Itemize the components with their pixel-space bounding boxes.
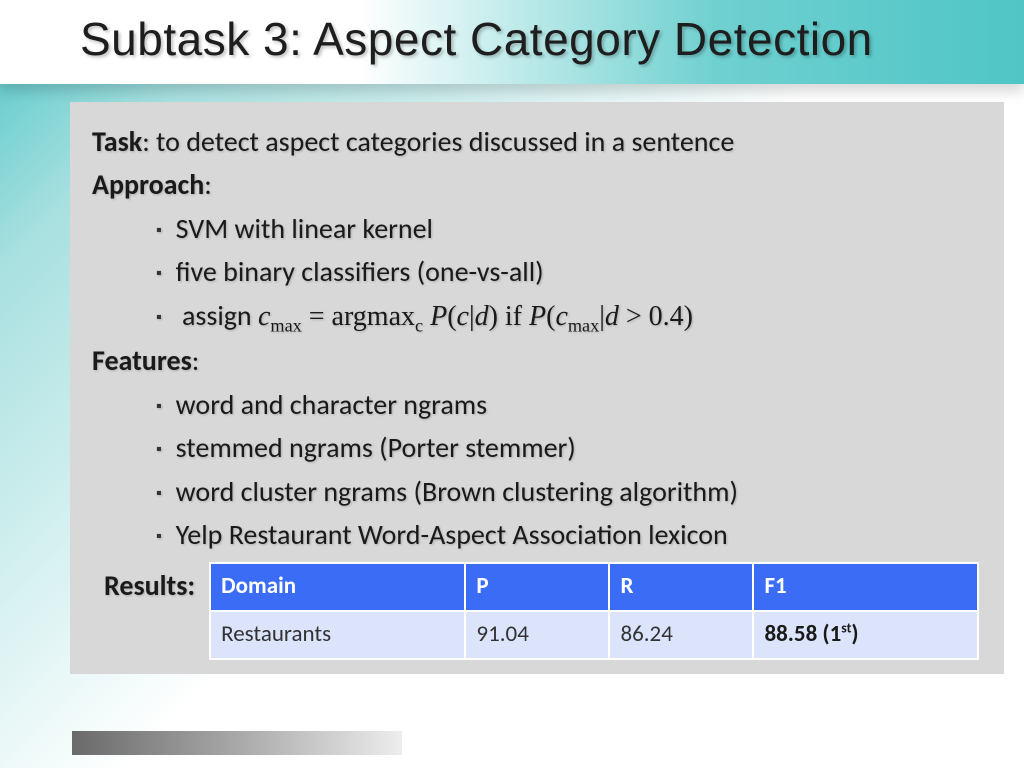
list-item: word and character ngrams: [156, 383, 982, 426]
slide-body: Task: to detect aspect categories discus…: [70, 102, 1004, 674]
results-row: Results: Domain P R F1 Restaurants 91.04…: [104, 562, 982, 659]
approach-heading: Approach:: [92, 163, 982, 206]
list-item: Yelp Restaurant Word-Aspect Association …: [156, 513, 982, 556]
assign-prefix: assign: [182, 298, 258, 333]
cell-f1: 88.58 (1st): [753, 611, 978, 659]
features-label: Features: [92, 343, 192, 378]
cell-p: 91.04: [465, 611, 609, 659]
approach-list: SVM with linear kernel five binary class…: [156, 207, 982, 340]
features-list: word and character ngrams stemmed ngrams…: [156, 383, 982, 557]
table-row: Restaurants 91.04 86.24 88.58 (1st): [210, 611, 978, 659]
cell-domain: Restaurants: [210, 611, 465, 659]
cell-r: 86.24: [609, 611, 753, 659]
table-header-row: Domain P R F1: [210, 563, 978, 611]
col-p: P: [465, 563, 609, 611]
col-r: R: [609, 563, 753, 611]
list-item: assign cmax = argmaxc P(c|d) if P(cmax|d…: [156, 294, 982, 340]
slide-header: Subtask 3: Aspect Category Detection: [0, 0, 1024, 84]
task-label: Task: [92, 124, 142, 159]
list-item: SVM with linear kernel: [156, 207, 982, 250]
list-item: word cluster ngrams (Brown clustering al…: [156, 470, 982, 513]
results-table: Domain P R F1 Restaurants 91.04 86.24 88…: [209, 562, 979, 659]
footer-accent-bar: [72, 731, 402, 755]
features-heading: Features:: [92, 339, 982, 382]
col-f1: F1: [753, 563, 978, 611]
list-item: five binary classifiers (one-vs-all): [156, 250, 982, 293]
list-item: stemmed ngrams (Porter stemmer): [156, 426, 982, 469]
results-label: Results:: [104, 562, 195, 607]
slide-title: Subtask 3: Aspect Category Detection: [80, 12, 944, 66]
task-text: : to detect aspect categories discussed …: [142, 124, 734, 159]
col-domain: Domain: [210, 563, 465, 611]
approach-label: Approach: [92, 167, 204, 202]
assign-formula: cmax = argmaxc P(c|d) if P(cmax|d > 0.4): [258, 301, 693, 332]
task-line: Task: to detect aspect categories discus…: [92, 120, 982, 163]
